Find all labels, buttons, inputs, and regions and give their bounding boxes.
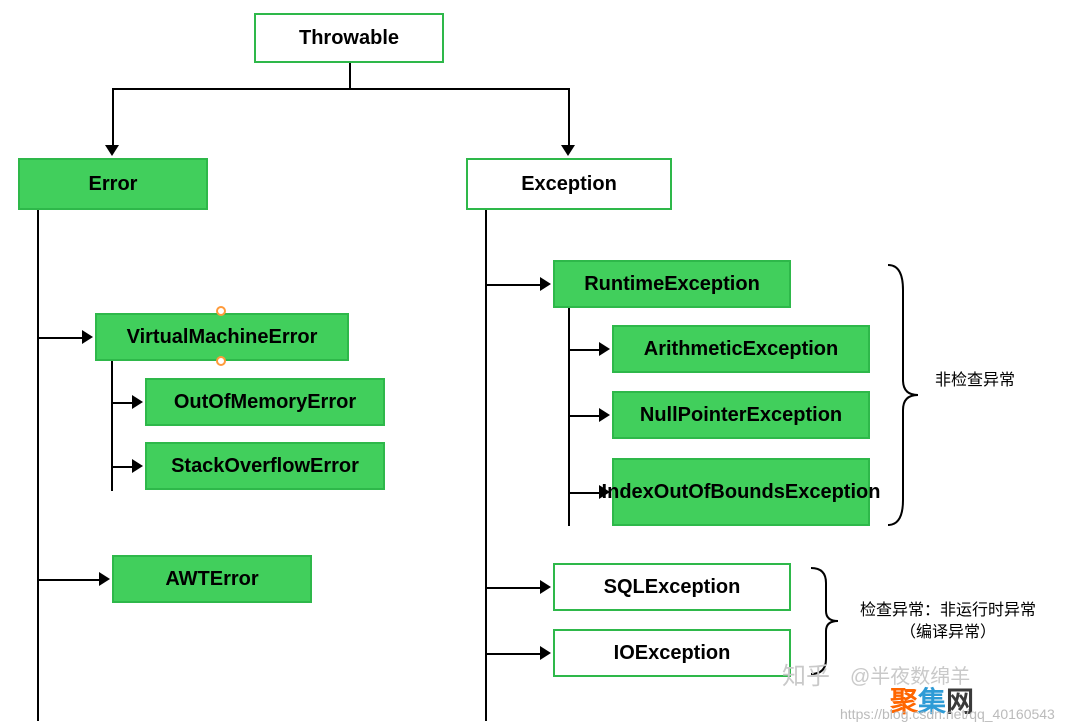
io-exception-node: IOException: [553, 629, 791, 677]
runtime-exception-node: RuntimeException: [553, 260, 791, 308]
zhihu-logo-watermark: 知乎: [782, 656, 830, 691]
out-of-memory-error-node: OutOfMemoryError: [145, 378, 385, 426]
handle-dot: [216, 356, 226, 366]
checked-annotation-line1: 检查异常：非运行时异常: [860, 602, 1036, 619]
throwable-node: Throwable: [254, 13, 444, 63]
checked-annotation-line2: （编译异常）: [900, 624, 996, 641]
awt-error-node: AWTError: [112, 555, 312, 603]
csdn-watermark: https://blog.csdn.net/qq_40160543: [840, 706, 1055, 722]
arithmetic-exception-node: ArithmeticException: [612, 325, 870, 373]
null-pointer-exception-node: NullPointerException: [612, 391, 870, 439]
handle-dot: [216, 306, 226, 316]
stack-overflow-error-node: StackOverflowError: [145, 442, 385, 490]
error-node: Error: [18, 158, 208, 210]
unchecked-bracket: [883, 260, 923, 530]
sql-exception-node: SQLException: [553, 563, 791, 611]
index-out-of-bounds-exception-node: IndexOutOfBoundsException: [612, 458, 870, 526]
virtual-machine-error-node: VirtualMachineError: [95, 313, 349, 361]
checked-annotation: 检查异常：非运行时异常 （编译异常）: [860, 600, 1036, 645]
exception-node: Exception: [466, 158, 672, 210]
unchecked-annotation: 非检查异常: [935, 370, 1015, 392]
